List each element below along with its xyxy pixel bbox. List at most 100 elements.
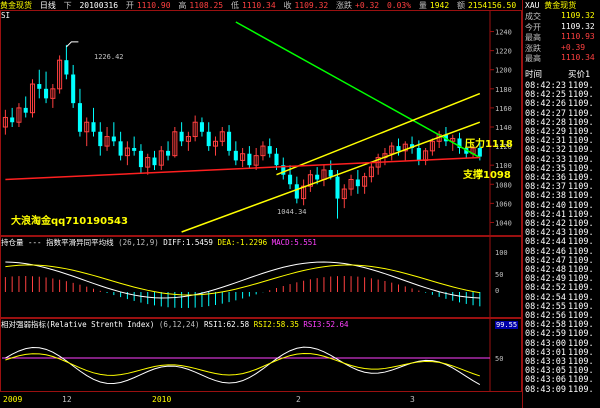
macd-value: 5.551 <box>294 238 317 247</box>
candle-body <box>166 150 171 156</box>
rsi-params: (6,12,24) <box>158 320 200 329</box>
candle-body <box>247 153 252 166</box>
macd-tick-label: 100 <box>495 249 508 257</box>
dea-value: -1.2296 <box>235 238 268 247</box>
candle-body <box>328 169 333 177</box>
candle-body <box>335 176 340 199</box>
side-quote-value: 1110.93 <box>561 32 595 41</box>
candle-body <box>37 84 42 89</box>
peak-annotation: 1226.42 <box>94 53 124 61</box>
candle-body <box>118 141 123 156</box>
rsi1-label: RSI1: <box>204 320 227 329</box>
y-tick-label: 1240 <box>495 29 512 37</box>
macd-title-a: 持仓量 <box>1 238 24 247</box>
rsi2-label: RSI2: <box>253 320 277 329</box>
candle-body <box>199 122 204 132</box>
resistance-annotation: 压力1118 <box>465 139 513 150</box>
candle-body <box>98 131 103 147</box>
tape-price: 1109. <box>568 384 594 395</box>
rsi-title: 相对强弱指标(Relative Strenth Index) (6,12,24)… <box>1 319 349 329</box>
candle-body <box>91 122 96 132</box>
candle-body <box>396 146 401 151</box>
watermark-text: 大浪淘金qq710190543 <box>11 216 128 227</box>
macd-label: MACD: <box>271 238 295 247</box>
side-panel-header: XAU 黄金现货 <box>525 0 576 10</box>
candle-body <box>267 146 272 154</box>
rsi2-value: 58.35 <box>276 320 299 329</box>
x-label-2010: 2010 <box>152 395 172 404</box>
y-tick-label: 1080 <box>495 181 512 189</box>
diff-label: DIFF: <box>163 238 186 247</box>
macd-tick-label: 0 <box>495 287 499 295</box>
tape-header: 时间 买价1 <box>523 68 599 80</box>
candle-body <box>23 107 28 113</box>
side-quote-value: +0.39 <box>561 42 586 52</box>
trendline-resistance <box>235 21 481 159</box>
tape-row[interactable]: 08:43:09 1109. <box>525 385 599 397</box>
side-name: 黄金现货 <box>544 1 577 10</box>
x-label-2009: 2009 <box>3 395 23 404</box>
macd-title-b: --- 指数平滑异同平均线 <box>28 238 114 247</box>
x-label-3: 3 <box>410 395 415 404</box>
candle-body <box>111 136 116 142</box>
rsi-highlight-value: 99.55 <box>495 321 519 329</box>
candle-body <box>10 117 15 123</box>
side-quote-row: 今开 1109.32 <box>525 22 599 32</box>
chart-canvas[interactable]: 1240122012001180116011401120110010801060… <box>0 0 522 392</box>
support-annotation: 支撑1098 <box>463 170 511 181</box>
side-quote-value: 1109.32 <box>561 11 595 20</box>
main-indicator-label: SI <box>1 11 11 20</box>
y-tick-label: 1220 <box>495 48 512 56</box>
side-quote-label: 最高 <box>525 33 541 42</box>
candle-body <box>315 174 320 180</box>
trendline-channel-lower <box>181 121 481 233</box>
y-tick-label: 1180 <box>495 86 512 94</box>
side-quote-label: 今开 <box>525 22 541 32</box>
trough-annotation: 1044.34 <box>277 208 307 216</box>
macd-title: 持仓量 --- 指数平滑异同平均线 (26,12,9) DIFF:1.5459 … <box>1 237 317 247</box>
y-tick-label: 1060 <box>495 200 512 208</box>
tape-time: 08:43:09 <box>525 384 566 395</box>
side-quote-value: 1109.32 <box>561 21 595 31</box>
macd-params: (26,12,9) <box>118 238 159 247</box>
rsi-title-text: 相对强弱指标(Relative Strenth Index) <box>1 320 155 329</box>
side-quote-row: 成交 1109.32 <box>525 11 599 21</box>
candle-body <box>77 103 82 132</box>
candle-body <box>44 88 49 99</box>
x-label-2: 2 <box>296 395 301 404</box>
y-tick-label: 1200 <box>495 67 512 75</box>
side-code: XAU <box>525 1 540 10</box>
side-quote-row: 最高 1110.34 <box>525 53 599 63</box>
candle-body <box>274 153 279 166</box>
macd-tick-label: 50 <box>495 271 503 279</box>
candle-body <box>227 131 232 151</box>
rsi3-label: RSI3: <box>303 320 326 329</box>
candle-body <box>416 148 421 161</box>
y-tick-label: 1140 <box>495 124 512 132</box>
candle-body <box>138 150 143 168</box>
side-quote-label: 最高 <box>525 54 541 63</box>
x-label-12: 12 <box>62 395 72 404</box>
candle-body <box>71 74 76 104</box>
rsi1-value: 62.58 <box>226 320 250 329</box>
peak-marker <box>66 41 79 48</box>
candle-body <box>64 60 69 75</box>
tape-time-header: 时间 <box>525 70 543 80</box>
y-tick-label: 1160 <box>495 105 512 113</box>
side-quote-label: 涨跌 <box>525 43 541 53</box>
side-quote-row: 最高 1110.93 <box>525 32 599 42</box>
candle-body <box>233 150 238 161</box>
side-quote-value: 1110.34 <box>561 53 595 62</box>
candle-body <box>152 157 157 166</box>
candle-body <box>355 179 360 187</box>
candle-body <box>206 131 211 147</box>
tape-price-header: 买价1 <box>568 70 591 80</box>
quote-side-panel: XAU 黄金现货 成交 1109.32 今开 1109.32 最高 1110.93 涨跌 +0… <box>522 0 600 408</box>
rsi2-line <box>5 353 480 377</box>
side-quote-label: 成交 <box>525 12 541 21</box>
chart-window: 黄金现货 日线 下 20100316 开 1110.90 高 1108.25 低 11… <box>0 0 600 408</box>
rsi-tick-label: 50 <box>495 355 503 363</box>
rsi3-value: 52.64 <box>325 320 349 329</box>
candle-body <box>179 131 184 142</box>
y-tick-label: 1040 <box>495 219 512 227</box>
